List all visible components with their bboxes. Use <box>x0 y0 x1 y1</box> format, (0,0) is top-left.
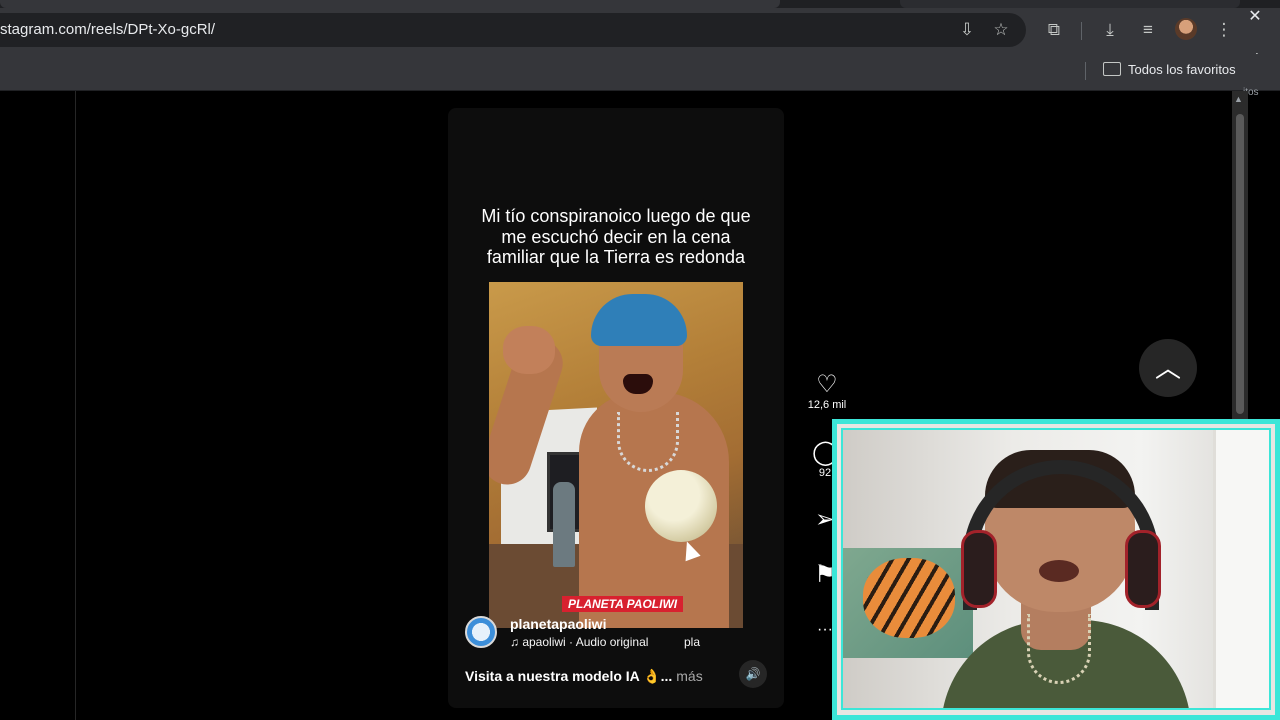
volume-icon[interactable]: 🔊 <box>739 660 767 688</box>
bookmarks-separator <box>1085 62 1086 80</box>
more-link[interactable]: más <box>676 668 702 684</box>
scrollbar-thumb[interactable] <box>1236 114 1244 414</box>
downloads-icon[interactable]: ⤓ <box>1099 20 1121 40</box>
reel-video[interactable]: PLANETA PAOLIWI <box>489 282 743 628</box>
account-avatar[interactable] <box>465 616 497 648</box>
active-tab[interactable] <box>0 0 780 8</box>
account-row: planetapaoliwi ♫ apaoliwi · Audio origin… <box>465 616 765 652</box>
previous-reel-button[interactable]: ︿ <box>1139 339 1197 397</box>
like-action[interactable]: ♡ 12,6 mil <box>806 373 848 412</box>
url-text[interactable]: stagram.com/reels/DPt-Xo-gcRl/ <box>0 21 215 38</box>
reel-card[interactable]: Mi tío conspiranoico luego de que me esc… <box>448 108 784 708</box>
background-door <box>1213 430 1269 708</box>
profile-avatar[interactable] <box>1175 18 1197 40</box>
scroll-up-arrow-icon[interactable]: ▲ <box>1234 94 1243 104</box>
tab-strip <box>0 0 1280 8</box>
melon-ball <box>645 470 717 542</box>
inactive-tab[interactable] <box>900 0 1240 8</box>
blue-beanie <box>591 294 687 346</box>
headset-right-cup <box>1125 530 1161 608</box>
account-name[interactable]: planetapaoliwi <box>510 616 606 632</box>
address-bar[interactable]: stagram.com/reels/DPt-Xo-gcRl/ <box>0 13 1026 47</box>
left-nav-divider <box>75 91 76 720</box>
man-fist <box>503 326 555 374</box>
audio-label[interactable]: ♫ apaoliwi · Audio original <box>510 635 648 649</box>
like-count: 12,6 mil <box>807 399 847 411</box>
reel-caption-overlay: Mi tío conspiranoico luego de que me esc… <box>481 206 751 267</box>
planeta-paoliwi-tag: PLANETA PAOLIWI <box>562 596 684 612</box>
heart-icon[interactable]: ♡ <box>806 373 848 397</box>
tiger-face <box>863 558 955 638</box>
extensions-icon[interactable]: ⧉ <box>1043 20 1065 40</box>
window-close-icon[interactable]: ✕ <box>1244 6 1266 26</box>
media-controls-icon[interactable]: ≡ <box>1137 20 1159 40</box>
bookmarks-bar: Todos los favoritos itos <box>0 54 1280 98</box>
webcam-overlay <box>832 419 1280 720</box>
bookmark-star-icon[interactable]: ☆ <box>990 20 1012 40</box>
headset-left-cup <box>961 530 997 608</box>
browser-menu-icon[interactable]: ⋮ <box>1213 20 1235 40</box>
screen: stagram.com/reels/DPt-Xo-gcRl/ ⇩ ☆ ⧉ ⤓ ≡… <box>0 0 1280 720</box>
install-app-icon[interactable]: ⇩ <box>956 20 978 40</box>
toolbar-separator <box>1081 22 1082 40</box>
browser-toolbar: stagram.com/reels/DPt-Xo-gcRl/ ⇩ ☆ ⧉ ⤓ ≡… <box>0 6 1280 66</box>
streamer-mouth <box>1039 560 1079 582</box>
streamer-necklace <box>1027 614 1091 684</box>
folder-icon[interactable] <box>1103 62 1121 76</box>
all-bookmarks-label[interactable]: Todos los favoritos <box>1128 62 1236 77</box>
audio-overflow-text: pla <box>684 635 701 649</box>
webcam-feed <box>841 428 1271 710</box>
silver-chain <box>617 412 679 472</box>
reel-description: Visita a nuestra modelo IA 👌... más <box>465 668 703 685</box>
background-bottle <box>553 482 575 567</box>
description-text: Visita a nuestra modelo IA 👌... <box>465 668 673 684</box>
